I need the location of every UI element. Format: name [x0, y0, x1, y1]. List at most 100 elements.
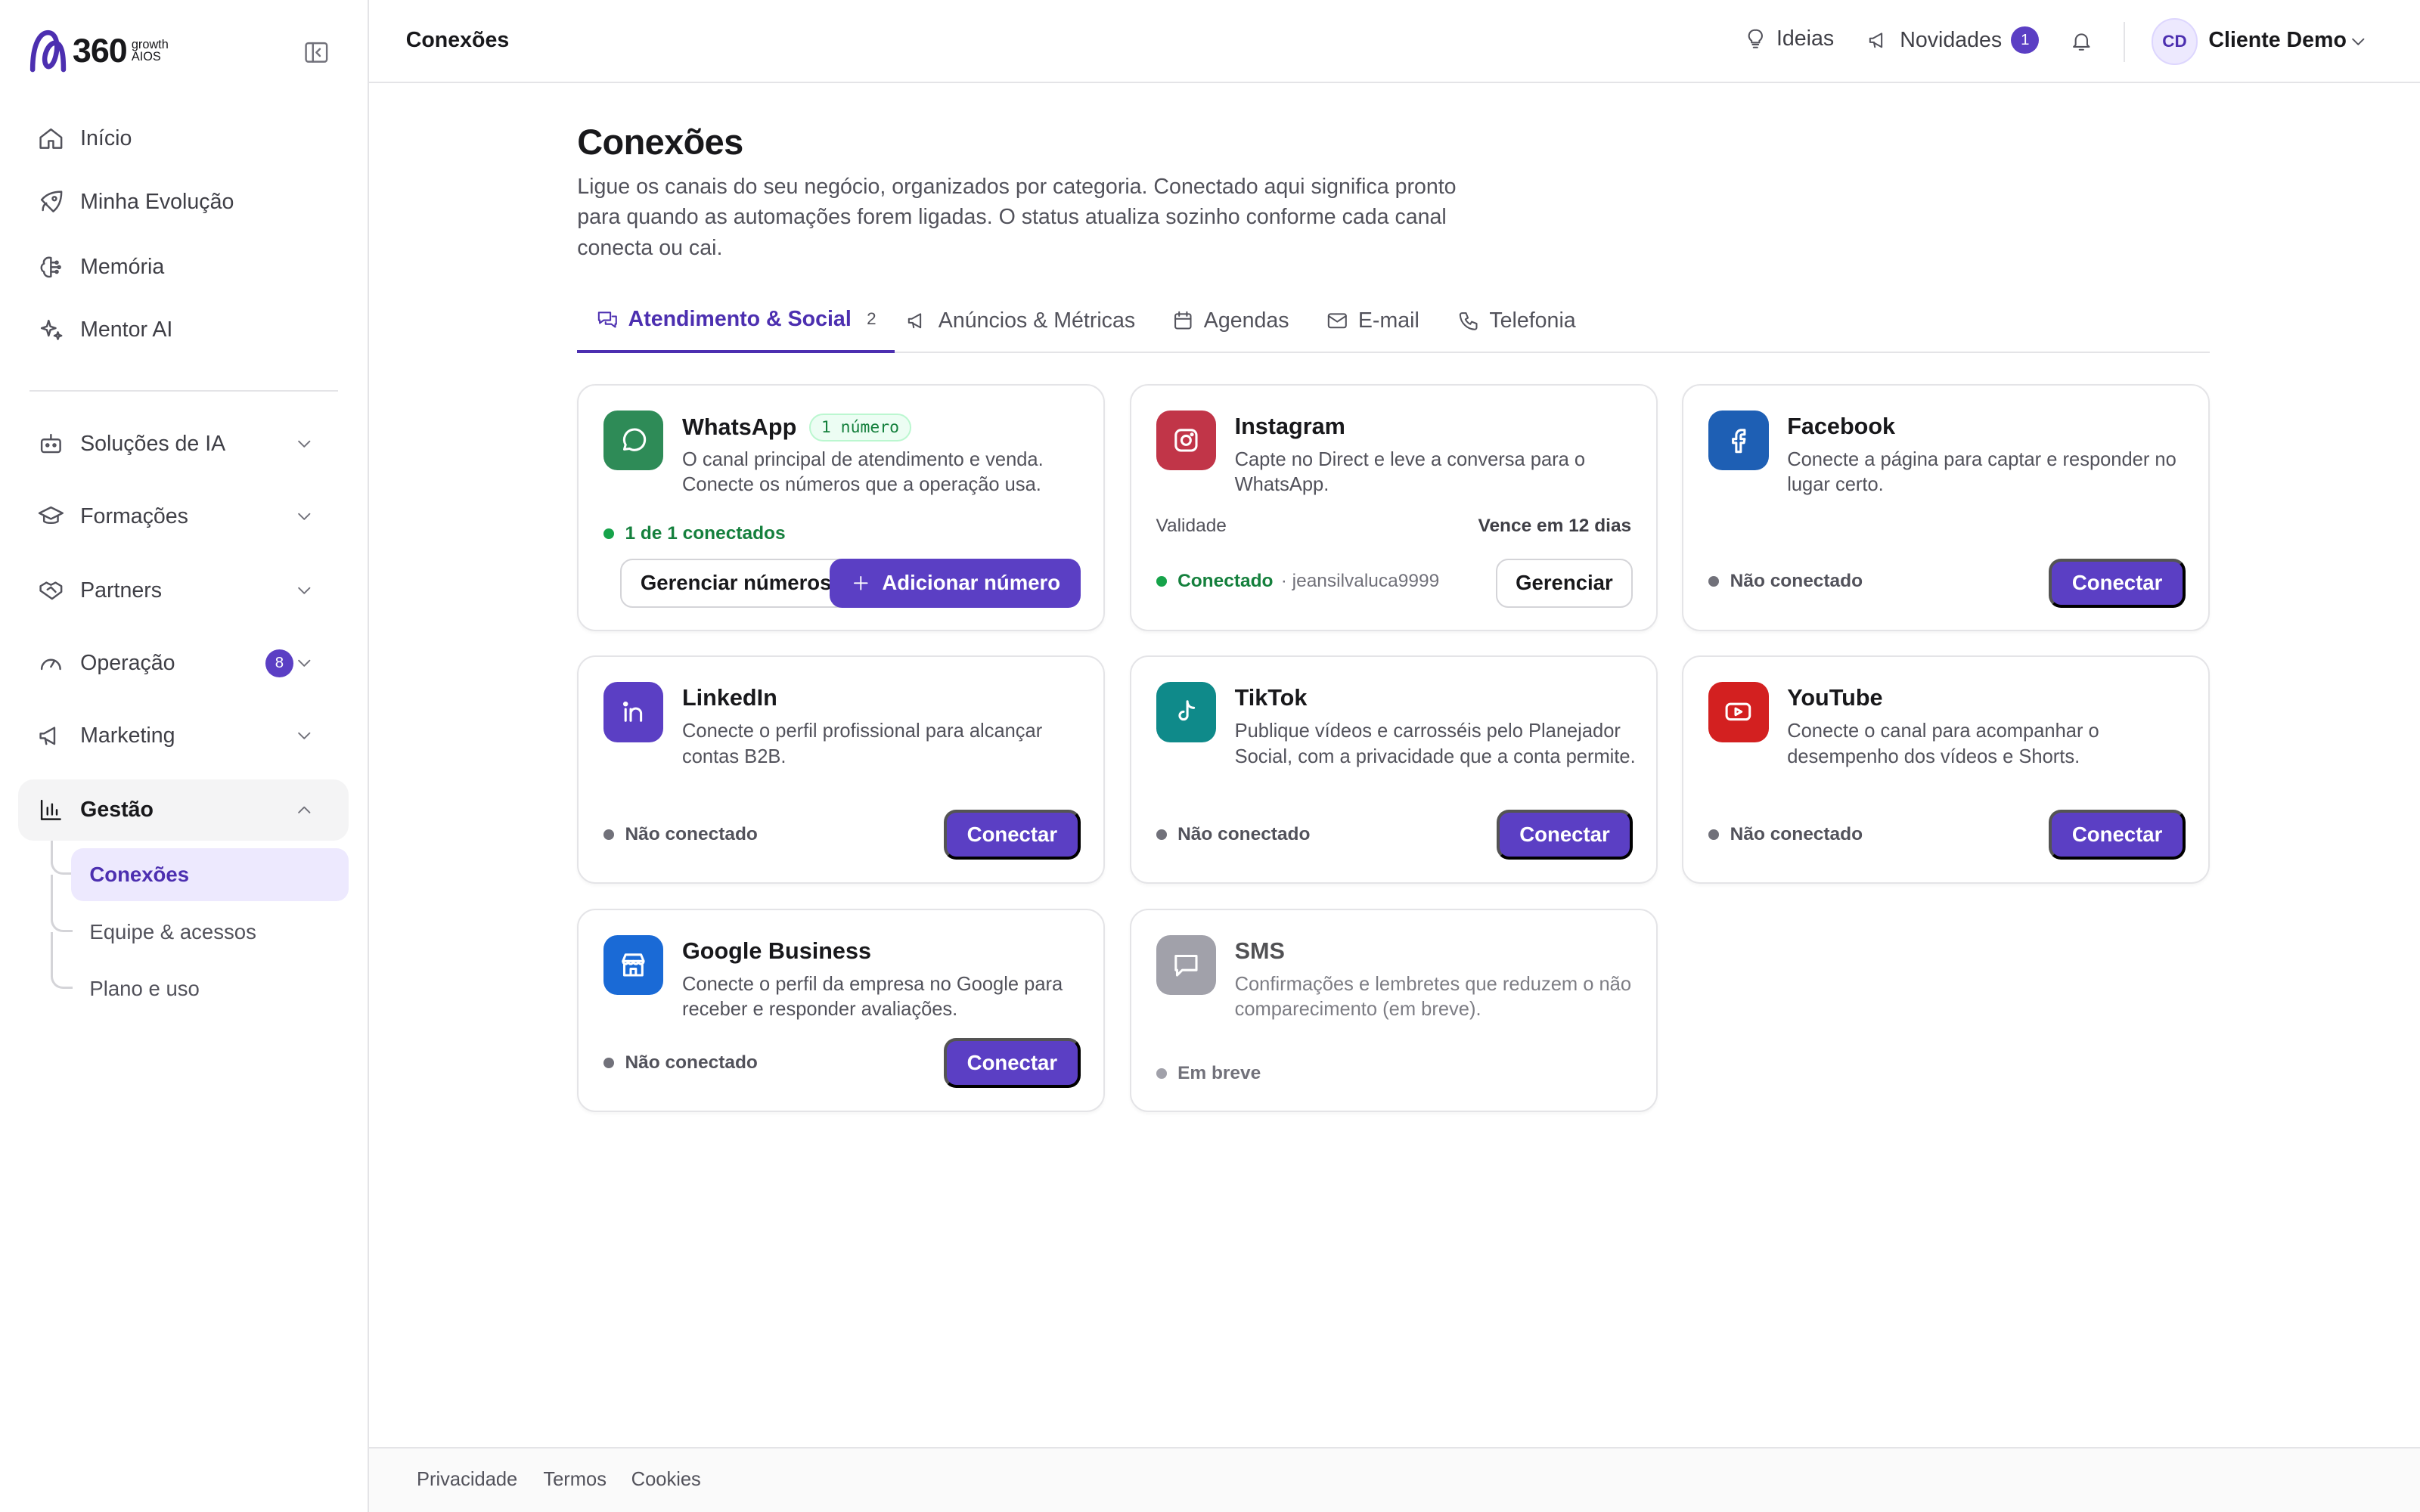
card-title: Google Business: [681, 937, 872, 964]
store-icon: [603, 934, 664, 996]
tab-atendimento-social[interactable]: Atendimento & Social 2: [577, 289, 895, 354]
status-dot: [1156, 575, 1167, 587]
sidebar-group-label: Soluções de IA: [80, 432, 226, 457]
status-dot: [603, 829, 615, 840]
tab-anuncios-metricas[interactable]: Anúncios & Métricas: [906, 289, 1135, 354]
sidebar-group-label: Marketing: [80, 723, 175, 748]
sidebar-group-formacoes[interactable]: Formações: [18, 488, 349, 547]
footer-link-termos[interactable]: Termos: [543, 1469, 607, 1491]
sidebar-group-partners[interactable]: Partners: [18, 562, 349, 621]
status-dot: [1156, 1067, 1167, 1080]
connection-status: Não conectado: [603, 1052, 758, 1074]
page-subtitle: Ligue os canais do seu negócio, organiza…: [577, 174, 1457, 261]
validity-label: Validade: [1156, 515, 1227, 536]
user-name[interactable]: Cliente Demo: [2208, 28, 2347, 53]
logo-subtitle: growth AIOS: [131, 38, 169, 64]
page-title: Conexões: [577, 122, 743, 163]
ideias-button[interactable]: Ideias: [1744, 26, 1834, 51]
tab-email[interactable]: E-mail: [1326, 289, 1419, 354]
brand-logo[interactable]: 360 growth AIOS: [28, 28, 169, 74]
connection-status: Conectado · jeansilvaluca9999: [1156, 571, 1440, 592]
card-description: Conecte o perfil profissional para alcan…: [681, 720, 1043, 767]
status-dot: [603, 1057, 615, 1068]
sidebar-collapse-icon[interactable]: [302, 39, 330, 67]
sidebar-group-operacao[interactable]: Operação 8: [18, 634, 349, 693]
chevron-down-icon: [297, 660, 311, 668]
connect-button[interactable]: Conectar: [944, 810, 1081, 860]
tiktok-icon: [1156, 681, 1217, 742]
logo-number: 360: [72, 31, 128, 70]
sidebar-subitem-conexoes[interactable]: Conexões: [70, 848, 349, 901]
sidebar-item-memoria[interactable]: Memória: [18, 237, 349, 296]
phone-icon: [1459, 312, 1478, 330]
sidebar-group-gestao[interactable]: Gestão: [18, 779, 349, 841]
sidebar-item-label: Memória: [80, 254, 165, 279]
connection-status: Não conectado: [1156, 824, 1310, 845]
sidebar-subitem-plano-uso[interactable]: Plano e uso: [71, 962, 349, 1015]
tab-telefonia[interactable]: Telefonia: [1457, 289, 1576, 354]
manage-button[interactable]: Gerenciar: [1495, 558, 1634, 608]
notifications-button[interactable]: [2070, 29, 2102, 53]
card-title: LinkedIn: [681, 685, 777, 711]
handshake-icon: [39, 581, 63, 600]
connection-status: Não conectado: [603, 824, 758, 845]
chevron-down-icon: [297, 513, 311, 521]
sidebar: 360 growth AIOS Início Minha Evolução Mem…: [0, 0, 369, 1512]
youtube-icon: [1708, 681, 1769, 742]
connect-button[interactable]: Conectar: [944, 1038, 1081, 1088]
connect-button[interactable]: Conectar: [1496, 810, 1634, 860]
main-content: Conexões Ligue os canais do seu negócio,…: [369, 85, 2420, 1447]
sidebar-item-label: Minha Evolução: [80, 189, 234, 214]
sidebar-item-minha-evolucao[interactable]: Minha Evolução: [18, 173, 349, 232]
operacao-count-badge: 8: [265, 649, 293, 677]
account-handle: · jeansilvaluca9999: [1280, 571, 1440, 592]
sidebar-group-marketing[interactable]: Marketing: [18, 707, 349, 766]
card-description: O canal principal de atendimento e venda…: [681, 448, 1044, 496]
add-number-button[interactable]: Adicionar número: [830, 558, 1081, 608]
sidebar-item-inicio[interactable]: Início: [18, 110, 349, 169]
sidebar-group-solucoes-ia[interactable]: Soluções de IA: [18, 415, 349, 474]
calendar-icon: [1174, 311, 1192, 330]
message-icon: [1156, 934, 1217, 996]
megaphone-icon: [1869, 33, 1883, 48]
top-header: Conexões Ideias Novidades 1 CD Cliente D…: [368, 0, 2420, 84]
card-description: Publique vídeos e carrosséis pelo Planej…: [1234, 720, 1636, 767]
tab-agendas[interactable]: Agendas: [1171, 289, 1289, 354]
tree-connector: [51, 841, 73, 875]
novidades-button[interactable]: Novidades 1: [1867, 26, 2040, 54]
sidebar-divider: [29, 390, 338, 392]
category-tabs: Atendimento & Social 2 Anúncios & Métric…: [577, 289, 2211, 354]
footer-link-cookies[interactable]: Cookies: [631, 1469, 701, 1491]
card-description: Confirmações e lembretes que reduzem o n…: [1234, 973, 1632, 1021]
bar-chart-icon: [40, 799, 61, 820]
connection-card-youtube: YouTube Conecte o canal para acompanhar …: [1682, 655, 2211, 885]
tab-count-badge: 2: [867, 309, 876, 329]
chevron-down-icon: [297, 587, 311, 595]
connection-status: Não conectado: [1708, 824, 1863, 845]
connection-status: Em breve: [1156, 1063, 1261, 1084]
footer-link-privacidade[interactable]: Privacidade: [417, 1469, 517, 1491]
card-title: SMS: [1234, 937, 1285, 964]
manage-numbers-button[interactable]: Gerenciar números: [620, 558, 852, 608]
avatar[interactable]: CD: [2151, 18, 2198, 65]
instagram-icon: [1156, 410, 1217, 471]
chevron-down-icon[interactable]: [2347, 31, 2369, 53]
connect-button[interactable]: Conectar: [2049, 558, 2186, 608]
chevron-down-icon: [297, 441, 311, 448]
connect-button[interactable]: Conectar: [2049, 810, 2186, 860]
header-separator: [2124, 21, 2126, 62]
logo-mark-icon: [29, 29, 66, 73]
brain-icon: [40, 256, 61, 277]
card-title: WhatsApp 1 número: [682, 413, 912, 442]
sidebar-item-mentor-ai[interactable]: Mentor AI: [18, 301, 349, 360]
sidebar-subitem-equipe-acessos[interactable]: Equipe & acessos: [71, 906, 349, 958]
linkedin-icon: [603, 681, 664, 742]
status-dot: [1708, 829, 1720, 840]
gauge-icon: [40, 658, 61, 671]
card-description: Conecte o perfil da empresa no Google pa…: [681, 973, 1063, 1021]
connection-card-tiktok: TikTok Publique vídeos e carrosséis pelo…: [1129, 655, 1658, 885]
chevron-up-icon: [297, 806, 311, 813]
connection-card-sms: SMS Confirmações e lembretes que reduzem…: [1129, 909, 1658, 1113]
home-icon: [39, 129, 63, 150]
card-title: Facebook: [1787, 413, 1896, 439]
